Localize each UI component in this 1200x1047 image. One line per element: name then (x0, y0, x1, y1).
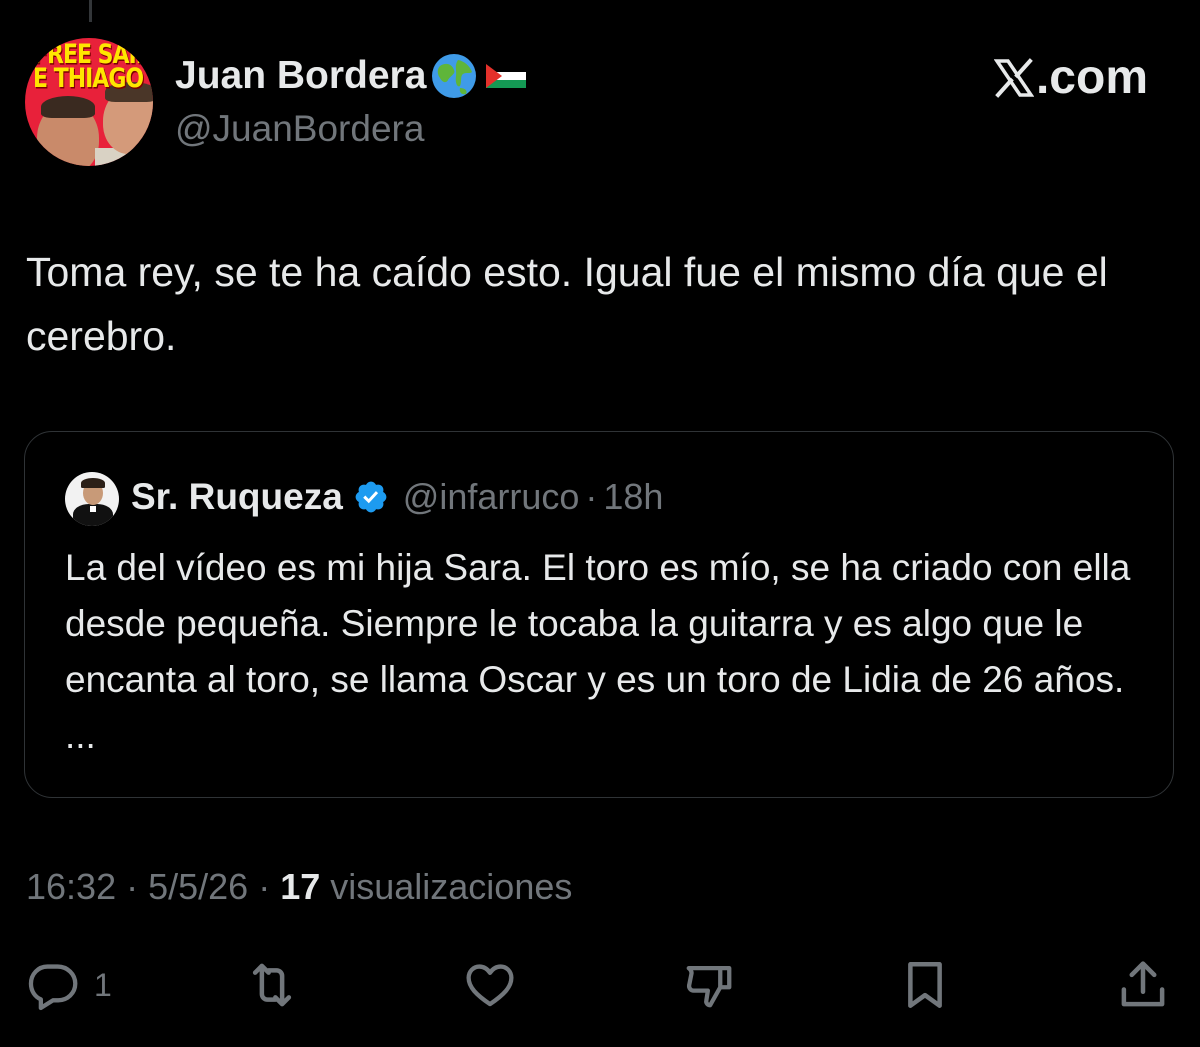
retweet-icon (252, 963, 292, 1007)
bookmark-button[interactable] (898, 958, 952, 1012)
reply-count: 1 (94, 966, 112, 1003)
meta-separator: · (248, 866, 281, 907)
reply-icon (28, 964, 78, 1011)
quoted-separator: · (585, 476, 598, 517)
author-name-text: Juan Bordera (175, 54, 427, 97)
x-logo-icon (993, 57, 1034, 98)
globe-emoji-icon (432, 54, 477, 98)
tweet-text: Toma rey, se te ha caído esto. Igual fue… (26, 249, 1108, 359)
avatar-text: FREE SAIF E THIAGO (33, 40, 151, 95)
dislike-button[interactable] (682, 958, 736, 1012)
quoted-avatar[interactable] (65, 472, 119, 526)
reply-button[interactable]: 1 (26, 958, 112, 1012)
tweet-time[interactable]: 16:32 (26, 866, 116, 907)
views-label: visualizaciones (320, 866, 573, 907)
quoted-handle[interactable]: @infarruco (403, 476, 580, 518)
share-icon (1121, 961, 1165, 1007)
x-com-watermark: .com (993, 50, 1148, 105)
retweet-button[interactable] (245, 958, 299, 1012)
like-icon (466, 964, 514, 1007)
quoted-text: La del vídeo es mi hija Sara. El toro es… (65, 547, 1131, 756)
author-handle[interactable]: @JuanBordera (175, 108, 424, 150)
bookmark-icon (908, 962, 942, 1008)
quoted-tweet[interactable]: Sr. Ruqueza @infarruco · 18h La del víde… (24, 431, 1174, 798)
palestine-flag-emoji-icon (486, 64, 527, 88)
author-avatar[interactable]: FREE SAIF E THIAGO (25, 38, 153, 166)
site-label: .com (1035, 51, 1148, 104)
thread-line (89, 0, 92, 22)
quoted-time[interactable]: 18h (603, 476, 663, 518)
author-display-name[interactable]: Juan Bordera (175, 52, 527, 100)
dislike-icon (686, 965, 732, 1008)
like-button[interactable] (463, 958, 517, 1012)
avatar-face-left (37, 96, 99, 166)
verified-badge-icon (355, 481, 387, 513)
share-button[interactable] (1116, 958, 1170, 1012)
tweet-date[interactable]: 5/5/26 (148, 866, 248, 907)
quoted-display-name[interactable]: Sr. Ruqueza (131, 476, 343, 518)
tweet-meta: 16:32 · 5/5/26 · 17 visualizaciones (26, 866, 572, 908)
quoted-header: Sr. Ruqueza @infarruco · 18h (131, 476, 663, 518)
views-count: 17 (280, 866, 321, 907)
avatar-face-right (103, 82, 153, 154)
meta-separator: · (116, 866, 149, 907)
